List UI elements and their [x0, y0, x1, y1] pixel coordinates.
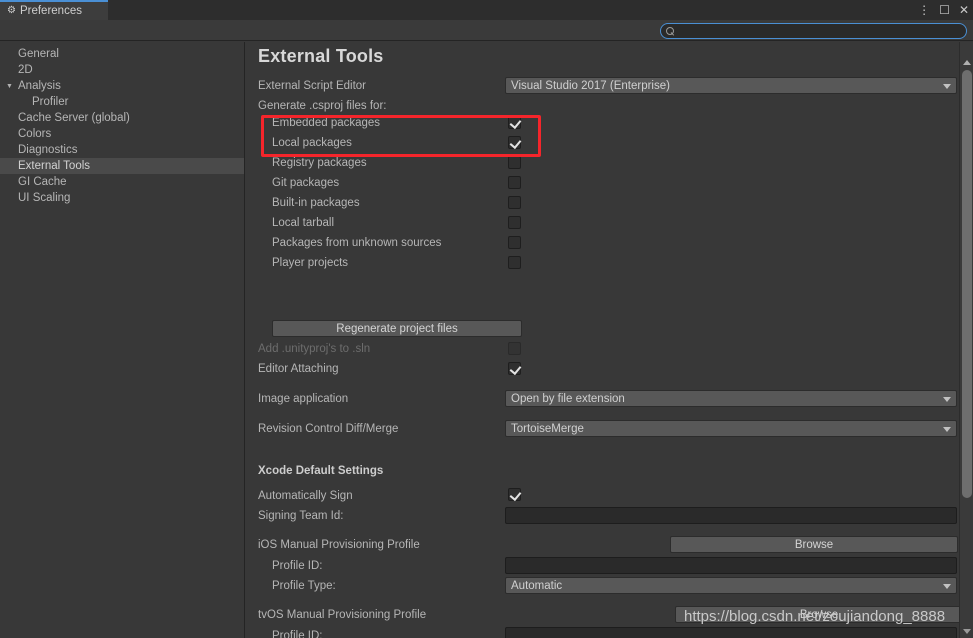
search-input[interactable] [675, 25, 966, 37]
local-packages-label: Local packages [272, 137, 352, 149]
local-packages-checkbox[interactable] [508, 136, 521, 149]
ios-profile-type-dropdown[interactable]: Automatic [505, 577, 957, 594]
toolbar [0, 20, 973, 41]
external-script-editor-value: Visual Studio 2017 (Enterprise) [511, 79, 670, 92]
add-unityproj-checkbox [508, 342, 521, 355]
chevron-down-icon [943, 84, 951, 89]
sidebar-item-colors[interactable]: Colors [0, 126, 244, 142]
built-in-packages-checkbox[interactable] [508, 196, 521, 209]
xcode-section-header: Xcode Default Settings [258, 465, 384, 477]
sidebar-item-gi-cache[interactable]: GI Cache [0, 174, 244, 190]
local-tarball-checkbox[interactable] [508, 216, 521, 229]
sidebar-item-label: 2D [18, 64, 33, 76]
player-projects-label: Player projects [272, 257, 349, 269]
packages-from-unknown-sources-label: Packages from unknown sources [272, 237, 442, 249]
sidebar-item-label: UI Scaling [18, 192, 71, 204]
window-controls: ⋮ ☐ ✕ [918, 0, 969, 20]
sidebar-item-label: External Tools [18, 160, 91, 172]
git-packages-label: Git packages [272, 177, 340, 189]
packages-from-unknown-sources-checkbox[interactable] [508, 236, 521, 249]
sidebar-item-2d[interactable]: 2D [0, 62, 244, 78]
sidebar-item-label: Cache Server (global) [18, 112, 130, 124]
automatically-sign-label: Automatically Sign [258, 490, 353, 502]
search-box[interactable] [660, 23, 967, 39]
tvos-profile-id-label: Profile ID: [272, 630, 323, 638]
tvos-profile-browse-button[interactable]: Browse [675, 606, 963, 623]
close-icon[interactable]: ✕ [959, 4, 969, 16]
sidebar-item-cache-server-global[interactable]: Cache Server (global) [0, 110, 244, 126]
revision-control-label: Revision Control Diff/Merge [258, 423, 399, 435]
sidebar-item-label: Analysis [18, 80, 61, 92]
ios-profile-browse-button[interactable]: Browse [670, 536, 958, 553]
embedded-packages-label: Embedded packages [272, 117, 381, 129]
signing-team-id-input[interactable] [505, 507, 957, 524]
chevron-down-icon[interactable]: ▼ [6, 83, 13, 90]
tab-label: Preferences [19, 5, 82, 17]
sidebar-item-label: Diagnostics [18, 144, 78, 156]
regenerate-project-files-label: Regenerate project files [336, 322, 458, 335]
ios-profile-type-label: Profile Type: [272, 580, 336, 592]
ios-profile-browse-label: Browse [794, 538, 834, 551]
sidebar-item-label: Profiler [32, 96, 69, 108]
sidebar-item-analysis[interactable]: ▼ Analysis [0, 78, 244, 94]
settings-sidebar: General 2D ▼ Analysis Profiler Cache Server (… [0, 42, 245, 638]
sidebar-item-label: GI Cache [18, 176, 67, 188]
sidebar-item-label: General [18, 48, 59, 60]
image-application-label: Image application [258, 393, 349, 405]
preferences-window: ⚙ Preferences ⋮ ☐ ✕ General 2D ▼ Analysis Pr… [0, 0, 973, 638]
git-packages-checkbox[interactable] [508, 176, 521, 189]
sidebar-item-profiler[interactable]: Profiler [0, 94, 244, 110]
sidebar-list: General 2D ▼ Analysis Profiler Cache Server (… [0, 42, 244, 206]
sidebar-item-label: Colors [18, 128, 52, 140]
gear-icon: ⚙ [7, 5, 16, 16]
built-in-packages-label: Built-in packages [272, 197, 360, 209]
ios-profile-id-input[interactable] [505, 557, 957, 574]
scroll-down-icon[interactable] [963, 629, 971, 634]
chevron-down-icon [943, 427, 951, 432]
revision-control-value: TortoiseMerge [511, 422, 584, 435]
registry-packages-checkbox[interactable] [508, 156, 521, 169]
add-unityproj-label: Add .unityproj's to .sln [258, 343, 371, 355]
page-title: External Tools [258, 46, 384, 66]
scrollbar-thumb[interactable] [962, 70, 972, 498]
signing-team-id-label: Signing Team Id: [258, 510, 344, 522]
tvos-profile-label: tvOS Manual Provisioning Profile [258, 609, 427, 621]
tab-preferences[interactable]: ⚙ Preferences [0, 0, 108, 20]
maximize-icon[interactable]: ☐ [939, 4, 950, 16]
ios-profile-label: iOS Manual Provisioning Profile [258, 539, 420, 551]
external-tools-panel: External Tools External Script Editor Vi… [246, 42, 973, 638]
sidebar-item-ui-scaling[interactable]: UI Scaling [0, 190, 244, 206]
tvos-profile-id-input[interactable] [505, 627, 957, 638]
title-bar: ⚙ Preferences ⋮ ☐ ✕ [0, 0, 973, 20]
sidebar-item-external-tools[interactable]: External Tools [0, 158, 244, 174]
external-script-editor-dropdown[interactable]: Visual Studio 2017 (Enterprise) [505, 77, 957, 94]
kebab-menu-icon[interactable]: ⋮ [918, 4, 930, 16]
regenerate-project-files-button[interactable]: Regenerate project files [272, 320, 522, 337]
chevron-down-icon [943, 584, 951, 589]
chevron-down-icon [943, 397, 951, 402]
vertical-scrollbar[interactable] [959, 42, 973, 638]
scroll-up-icon[interactable] [963, 60, 971, 65]
ios-profile-id-label: Profile ID: [272, 560, 323, 572]
revision-control-dropdown[interactable]: TortoiseMerge [505, 420, 957, 437]
sidebar-item-general[interactable]: General [0, 46, 244, 62]
registry-packages-label: Registry packages [272, 157, 367, 169]
sidebar-item-diagnostics[interactable]: Diagnostics [0, 142, 244, 158]
search-icon [666, 26, 675, 36]
editor-attaching-checkbox[interactable] [508, 362, 521, 375]
image-application-dropdown[interactable]: Open by file extension [505, 390, 957, 407]
editor-attaching-label: Editor Attaching [258, 363, 339, 375]
ios-profile-type-value: Automatic [511, 579, 563, 592]
local-tarball-label: Local tarball [272, 217, 335, 229]
player-projects-checkbox[interactable] [508, 256, 521, 269]
embedded-packages-checkbox[interactable] [508, 116, 521, 129]
external-script-editor-label: External Script Editor [258, 80, 367, 92]
automatically-sign-checkbox[interactable] [508, 488, 521, 501]
tvos-profile-browse-label: Browse [799, 608, 839, 621]
image-application-value: Open by file extension [511, 392, 625, 405]
